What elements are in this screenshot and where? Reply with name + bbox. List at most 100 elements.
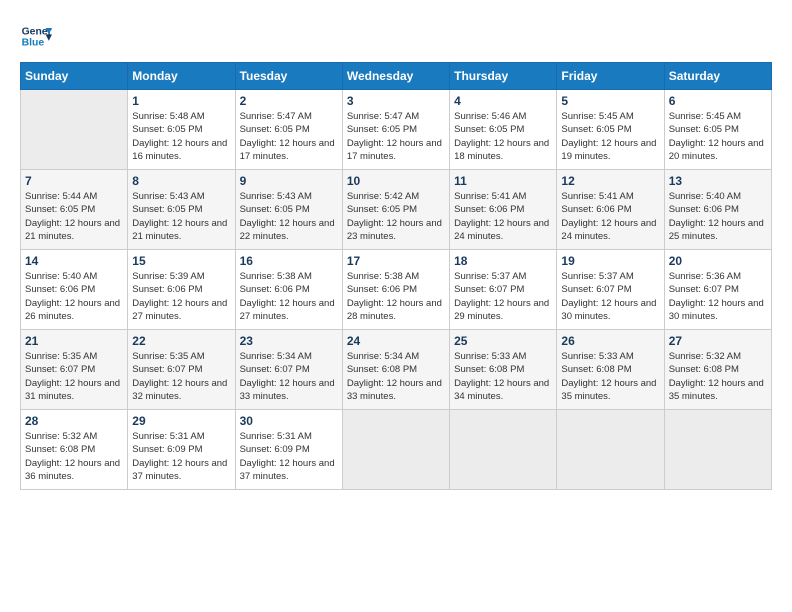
calendar-cell (557, 410, 664, 490)
day-number: 7 (25, 174, 123, 188)
calendar-cell: 16 Sunrise: 5:38 AMSunset: 6:06 PMDaylig… (235, 250, 342, 330)
day-info: Sunrise: 5:33 AMSunset: 6:08 PMDaylight:… (561, 350, 659, 403)
calendar-cell: 11 Sunrise: 5:41 AMSunset: 6:06 PMDaylig… (450, 170, 557, 250)
calendar-cell: 15 Sunrise: 5:39 AMSunset: 6:06 PMDaylig… (128, 250, 235, 330)
calendar-cell: 28 Sunrise: 5:32 AMSunset: 6:08 PMDaylig… (21, 410, 128, 490)
logo: General Blue (20, 20, 52, 52)
calendar-cell: 25 Sunrise: 5:33 AMSunset: 6:08 PMDaylig… (450, 330, 557, 410)
day-info: Sunrise: 5:43 AMSunset: 6:05 PMDaylight:… (132, 190, 230, 243)
day-info: Sunrise: 5:35 AMSunset: 6:07 PMDaylight:… (25, 350, 123, 403)
day-number: 21 (25, 334, 123, 348)
weekday-header-monday: Monday (128, 63, 235, 90)
svg-text:Blue: Blue (22, 38, 45, 49)
week-row-3: 14 Sunrise: 5:40 AMSunset: 6:06 PMDaylig… (21, 250, 772, 330)
day-number: 11 (454, 174, 552, 188)
day-number: 13 (669, 174, 767, 188)
calendar-cell: 14 Sunrise: 5:40 AMSunset: 6:06 PMDaylig… (21, 250, 128, 330)
calendar-cell: 27 Sunrise: 5:32 AMSunset: 6:08 PMDaylig… (664, 330, 771, 410)
day-info: Sunrise: 5:47 AMSunset: 6:05 PMDaylight:… (347, 110, 445, 163)
weekday-header-saturday: Saturday (664, 63, 771, 90)
week-row-1: 1 Sunrise: 5:48 AMSunset: 6:05 PMDayligh… (21, 90, 772, 170)
day-info: Sunrise: 5:41 AMSunset: 6:06 PMDaylight:… (561, 190, 659, 243)
day-info: Sunrise: 5:33 AMSunset: 6:08 PMDaylight:… (454, 350, 552, 403)
day-info: Sunrise: 5:32 AMSunset: 6:08 PMDaylight:… (669, 350, 767, 403)
day-info: Sunrise: 5:40 AMSunset: 6:06 PMDaylight:… (669, 190, 767, 243)
weekday-header-friday: Friday (557, 63, 664, 90)
calendar-cell: 17 Sunrise: 5:38 AMSunset: 6:06 PMDaylig… (342, 250, 449, 330)
weekday-header-tuesday: Tuesday (235, 63, 342, 90)
day-number: 14 (25, 254, 123, 268)
day-number: 29 (132, 414, 230, 428)
calendar-cell: 5 Sunrise: 5:45 AMSunset: 6:05 PMDayligh… (557, 90, 664, 170)
day-number: 26 (561, 334, 659, 348)
day-info: Sunrise: 5:32 AMSunset: 6:08 PMDaylight:… (25, 430, 123, 483)
day-number: 24 (347, 334, 445, 348)
day-number: 6 (669, 94, 767, 108)
day-number: 10 (347, 174, 445, 188)
day-info: Sunrise: 5:39 AMSunset: 6:06 PMDaylight:… (132, 270, 230, 323)
day-number: 22 (132, 334, 230, 348)
day-number: 9 (240, 174, 338, 188)
day-number: 17 (347, 254, 445, 268)
day-number: 1 (132, 94, 230, 108)
day-number: 4 (454, 94, 552, 108)
logo-icon: General Blue (20, 20, 52, 52)
day-info: Sunrise: 5:38 AMSunset: 6:06 PMDaylight:… (347, 270, 445, 323)
weekday-header-thursday: Thursday (450, 63, 557, 90)
weekday-header-wednesday: Wednesday (342, 63, 449, 90)
calendar-cell: 3 Sunrise: 5:47 AMSunset: 6:05 PMDayligh… (342, 90, 449, 170)
calendar-cell: 23 Sunrise: 5:34 AMSunset: 6:07 PMDaylig… (235, 330, 342, 410)
calendar-cell: 7 Sunrise: 5:44 AMSunset: 6:05 PMDayligh… (21, 170, 128, 250)
calendar-cell: 1 Sunrise: 5:48 AMSunset: 6:05 PMDayligh… (128, 90, 235, 170)
day-info: Sunrise: 5:31 AMSunset: 6:09 PMDaylight:… (240, 430, 338, 483)
calendar-cell: 20 Sunrise: 5:36 AMSunset: 6:07 PMDaylig… (664, 250, 771, 330)
day-info: Sunrise: 5:34 AMSunset: 6:07 PMDaylight:… (240, 350, 338, 403)
page-header: General Blue (20, 20, 772, 52)
calendar-cell: 2 Sunrise: 5:47 AMSunset: 6:05 PMDayligh… (235, 90, 342, 170)
day-number: 27 (669, 334, 767, 348)
day-number: 25 (454, 334, 552, 348)
day-number: 3 (347, 94, 445, 108)
calendar-cell: 4 Sunrise: 5:46 AMSunset: 6:05 PMDayligh… (450, 90, 557, 170)
calendar-cell (21, 90, 128, 170)
day-number: 8 (132, 174, 230, 188)
day-info: Sunrise: 5:36 AMSunset: 6:07 PMDaylight:… (669, 270, 767, 323)
day-info: Sunrise: 5:37 AMSunset: 6:07 PMDaylight:… (454, 270, 552, 323)
calendar-cell: 30 Sunrise: 5:31 AMSunset: 6:09 PMDaylig… (235, 410, 342, 490)
day-info: Sunrise: 5:38 AMSunset: 6:06 PMDaylight:… (240, 270, 338, 323)
day-number: 15 (132, 254, 230, 268)
day-info: Sunrise: 5:48 AMSunset: 6:05 PMDaylight:… (132, 110, 230, 163)
calendar-cell: 19 Sunrise: 5:37 AMSunset: 6:07 PMDaylig… (557, 250, 664, 330)
weekday-header-sunday: Sunday (21, 63, 128, 90)
week-row-4: 21 Sunrise: 5:35 AMSunset: 6:07 PMDaylig… (21, 330, 772, 410)
day-number: 30 (240, 414, 338, 428)
day-number: 12 (561, 174, 659, 188)
calendar-cell: 24 Sunrise: 5:34 AMSunset: 6:08 PMDaylig… (342, 330, 449, 410)
day-info: Sunrise: 5:37 AMSunset: 6:07 PMDaylight:… (561, 270, 659, 323)
week-row-5: 28 Sunrise: 5:32 AMSunset: 6:08 PMDaylig… (21, 410, 772, 490)
day-info: Sunrise: 5:41 AMSunset: 6:06 PMDaylight:… (454, 190, 552, 243)
day-info: Sunrise: 5:40 AMSunset: 6:06 PMDaylight:… (25, 270, 123, 323)
day-info: Sunrise: 5:43 AMSunset: 6:05 PMDaylight:… (240, 190, 338, 243)
day-info: Sunrise: 5:35 AMSunset: 6:07 PMDaylight:… (132, 350, 230, 403)
day-number: 19 (561, 254, 659, 268)
calendar-cell: 13 Sunrise: 5:40 AMSunset: 6:06 PMDaylig… (664, 170, 771, 250)
weekday-header-row: SundayMondayTuesdayWednesdayThursdayFrid… (21, 63, 772, 90)
calendar-cell: 6 Sunrise: 5:45 AMSunset: 6:05 PMDayligh… (664, 90, 771, 170)
calendar-cell: 12 Sunrise: 5:41 AMSunset: 6:06 PMDaylig… (557, 170, 664, 250)
day-info: Sunrise: 5:46 AMSunset: 6:05 PMDaylight:… (454, 110, 552, 163)
day-info: Sunrise: 5:34 AMSunset: 6:08 PMDaylight:… (347, 350, 445, 403)
day-number: 2 (240, 94, 338, 108)
calendar-cell: 8 Sunrise: 5:43 AMSunset: 6:05 PMDayligh… (128, 170, 235, 250)
calendar-cell (342, 410, 449, 490)
calendar-cell: 22 Sunrise: 5:35 AMSunset: 6:07 PMDaylig… (128, 330, 235, 410)
calendar-cell (450, 410, 557, 490)
day-number: 28 (25, 414, 123, 428)
day-info: Sunrise: 5:47 AMSunset: 6:05 PMDaylight:… (240, 110, 338, 163)
day-info: Sunrise: 5:45 AMSunset: 6:05 PMDaylight:… (669, 110, 767, 163)
day-number: 23 (240, 334, 338, 348)
week-row-2: 7 Sunrise: 5:44 AMSunset: 6:05 PMDayligh… (21, 170, 772, 250)
day-number: 20 (669, 254, 767, 268)
day-info: Sunrise: 5:42 AMSunset: 6:05 PMDaylight:… (347, 190, 445, 243)
calendar-table: SundayMondayTuesdayWednesdayThursdayFrid… (20, 62, 772, 490)
